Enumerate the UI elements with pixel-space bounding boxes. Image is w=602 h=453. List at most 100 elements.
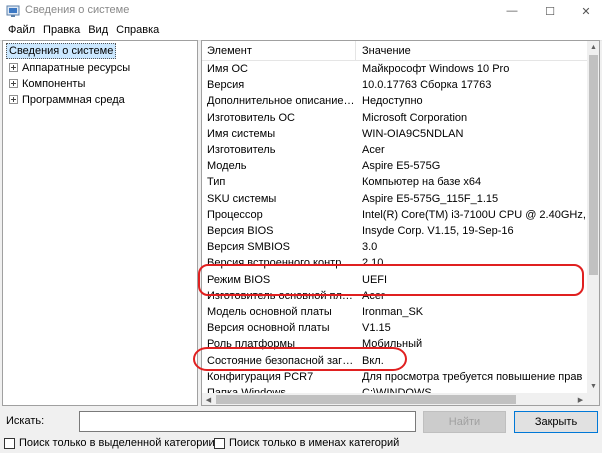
cell-item-name: Изготовитель: [207, 144, 276, 156]
table-row[interactable]: Версия встроенного контроллера 2.10: [202, 255, 586, 271]
table-row[interactable]: Версия SMBIOS 3.0: [202, 239, 586, 255]
cell-item-name: Модель: [207, 160, 247, 173]
expand-plus-icon[interactable]: [9, 95, 18, 104]
cell-item-value: 10.0.17763 Сборка 17763: [362, 79, 492, 92]
table-row[interactable]: Изготовитель ОС Microsoft Corporation: [202, 110, 586, 126]
close-button[interactable]: Закрыть: [514, 411, 598, 433]
cell-item-name: Версия встроенного контроллера: [207, 257, 355, 270]
tree-item-components[interactable]: Компоненты: [9, 76, 85, 91]
cell-item-name: Дополнительное описание ОС: [207, 95, 355, 108]
cell-item-value: Aspire E5-575G_115F_1.15: [362, 192, 499, 205]
cell-item-value: 3.0: [362, 241, 378, 254]
search-label: Искать:: [6, 415, 45, 427]
tree-item-label: Программная среда: [22, 93, 125, 106]
cell-item-name: Изготовитель основной платы: [207, 289, 355, 302]
checkbox-selected-category[interactable]: [4, 437, 15, 449]
cell-item-name: Версия основной платы: [207, 322, 330, 335]
list-header: Элемент Значение: [202, 41, 587, 61]
table-row[interactable]: Изготовитель Acer: [202, 142, 586, 158]
cell-item-value: 2.10: [362, 257, 384, 270]
table-row[interactable]: Процессор Intel(R) Core(TM) i3-7100U CPU …: [202, 207, 586, 223]
cell-item-value: Acer: [362, 144, 385, 156]
cell-item-name: Режим BIOS: [207, 273, 271, 286]
close-window-button[interactable]: ✕: [568, 0, 602, 22]
table-row[interactable]: Конфигурация PCR7 Для просмотра требуется…: [202, 369, 586, 385]
column-header-value[interactable]: Значение: [362, 45, 411, 57]
cell-item-value: Microsoft Corporation: [362, 111, 468, 124]
cell-item-value: Недоступно: [362, 95, 423, 108]
menu-view[interactable]: Вид: [84, 22, 112, 40]
scroll-left-icon[interactable]: ◀: [202, 393, 215, 405]
search-input[interactable]: [79, 411, 416, 432]
scroll-up-icon[interactable]: ▲: [587, 41, 599, 54]
expand-plus-icon[interactable]: [9, 63, 18, 72]
maximize-icon: ☐: [545, 5, 555, 18]
title-bar: Сведения о системе — ☐ ✕: [0, 0, 602, 22]
checkbox-label: Поиск только в выделенной категории: [19, 437, 215, 449]
tree-item-software[interactable]: Программная среда: [9, 92, 125, 107]
table-row[interactable]: Имя системы WIN-OIA9C5NDLAN: [202, 126, 586, 142]
table-row[interactable]: Версия 10.0.17763 Сборка 17763: [202, 77, 586, 93]
horizontal-scrollbar[interactable]: ◀ ▶: [202, 393, 587, 405]
menu-file[interactable]: Файл: [4, 22, 39, 40]
scroll-down-icon[interactable]: ▼: [587, 380, 599, 393]
cell-item-name: Изготовитель ОС: [207, 111, 295, 124]
menu-help[interactable]: Справка: [112, 22, 163, 40]
table-row[interactable]: SKU системы Aspire E5-575G_115F_1.15: [202, 191, 586, 207]
table-row[interactable]: Модель Aspire E5-575G: [202, 158, 586, 174]
table-row[interactable]: Версия BIOS Insyde Corp. V1.15, 19-Sep-16: [202, 223, 586, 239]
check-selected-category[interactable]: Поиск только в выделенной категории: [4, 436, 215, 450]
cell-item-value: Для просмотра требуется повышение прав: [362, 370, 583, 383]
menu-bar: Файл Правка Вид Справка: [0, 22, 602, 40]
vertical-scrollbar[interactable]: ▲ ▼: [587, 41, 599, 393]
column-divider[interactable]: [355, 41, 356, 61]
cell-item-value: UEFI: [362, 273, 388, 286]
checkbox-category-names[interactable]: [214, 437, 225, 449]
category-tree[interactable]: Сведения о системе Аппаратные ресурсы Ко…: [2, 40, 198, 406]
cell-item-name: Роль платформы: [207, 338, 295, 351]
cell-item-name: Состояние безопасной загрузки: [207, 354, 355, 367]
tree-item-label: Аппаратные ресурсы: [22, 61, 131, 74]
table-row[interactable]: Изготовитель основной платы Acer: [202, 288, 586, 304]
scroll-right-icon[interactable]: ▶: [574, 393, 587, 405]
table-row[interactable]: Версия основной платы V1.15: [202, 320, 586, 336]
horizontal-scroll-thumb[interactable]: [216, 395, 516, 404]
cell-item-name: Модель основной платы: [207, 306, 332, 318]
tree-item-label: Компоненты: [22, 77, 86, 90]
check-category-names[interactable]: Поиск только в именах категорий: [214, 436, 399, 450]
minimize-icon: —: [506, 5, 518, 17]
table-row[interactable]: Состояние безопасной загрузки Вкл.: [202, 353, 586, 369]
system-info-icon: [6, 5, 20, 17]
minimize-button[interactable]: —: [494, 0, 530, 22]
cell-item-value: Вкл.: [362, 354, 384, 367]
vertical-scroll-thumb[interactable]: [589, 55, 598, 275]
details-list[interactable]: Элемент Значение Имя ОС Майкрософт Window…: [201, 40, 600, 406]
cell-item-value: Intel(R) Core(TM) i3-7100U CPU @ 2.40GHz…: [362, 208, 586, 221]
table-row[interactable]: Папка Windows C:\WINDOWS: [202, 385, 586, 393]
maximize-button[interactable]: ☐: [532, 0, 568, 22]
table-row[interactable]: Режим BIOS UEFI: [202, 272, 586, 288]
table-row[interactable]: Модель основной платы Ironman_SK: [202, 304, 586, 320]
close-icon: ✕: [581, 5, 591, 18]
menu-edit[interactable]: Правка: [39, 22, 84, 40]
column-header-item[interactable]: Элемент: [207, 45, 252, 57]
window-title: Сведения о системе: [25, 4, 130, 16]
expand-plus-icon[interactable]: [9, 79, 18, 88]
cell-item-name: SKU системы: [207, 192, 277, 205]
table-row[interactable]: Имя ОС Майкрософт Windows 10 Pro: [202, 61, 586, 77]
cell-item-name: Процессор: [207, 208, 263, 221]
find-button[interactable]: Найти: [423, 411, 506, 433]
cell-item-name: Версия BIOS: [207, 225, 274, 237]
cell-item-name: Тип: [207, 176, 226, 189]
table-row[interactable]: Дополнительное описание ОС Недоступно: [202, 93, 586, 109]
table-row[interactable]: Тип Компьютер на базе x64: [202, 174, 586, 190]
cell-item-value: Aspire E5-575G: [362, 160, 441, 173]
cell-item-value: V1.15: [362, 322, 391, 335]
table-row[interactable]: Роль платформы Мобильный: [202, 336, 586, 352]
cell-item-value: WIN-OIA9C5NDLAN: [362, 127, 464, 140]
tree-item-hardware[interactable]: Аппаратные ресурсы: [9, 60, 130, 75]
tree-root-system-summary[interactable]: Сведения о системе: [6, 43, 117, 59]
cell-item-value: Компьютер на базе x64: [362, 176, 482, 189]
list-rows: Имя ОС Майкрософт Windows 10 Pro Версия 10.…: [202, 61, 586, 393]
cell-item-value: Insyde Corp. V1.15, 19-Sep-16: [362, 225, 514, 237]
